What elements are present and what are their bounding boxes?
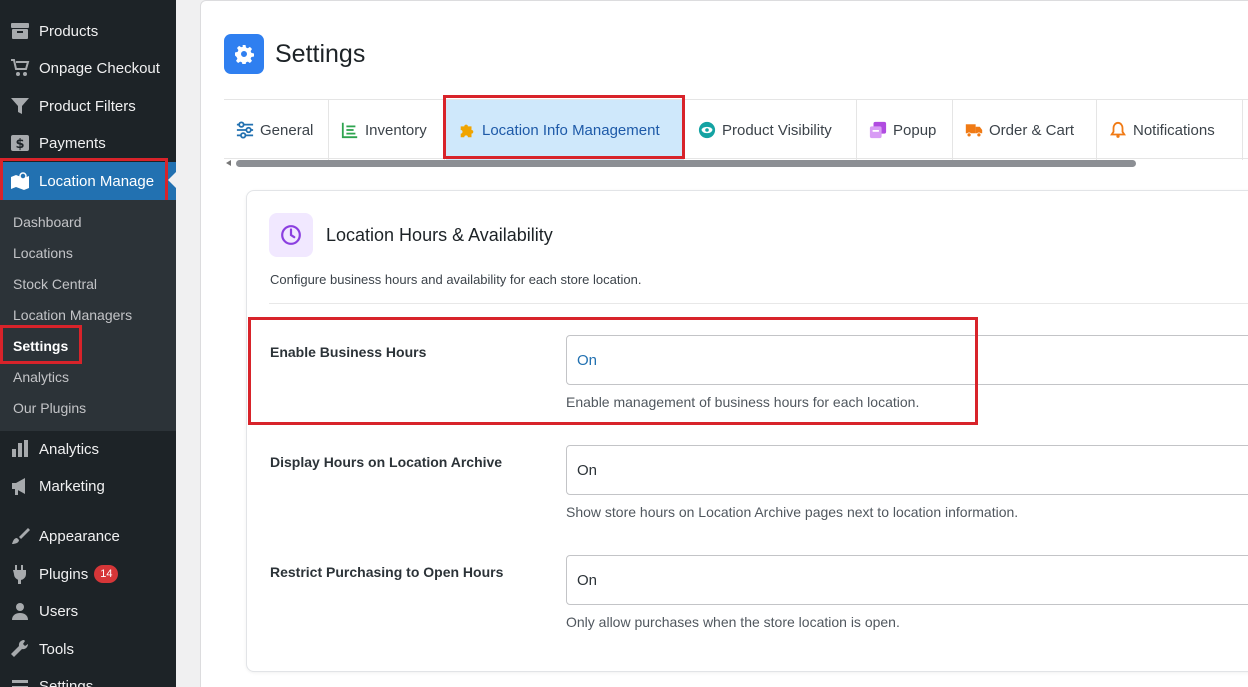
menu-label: Settings: [39, 677, 94, 687]
field-help-restrict-purchasing: Only allow purchases when the store loca…: [566, 614, 900, 630]
menu-item-tools[interactable]: Tools: [0, 631, 176, 667]
settings-logo: [224, 34, 264, 74]
settings-icon: [9, 676, 31, 687]
tab-product-visibility[interactable]: Product Visibility: [686, 100, 857, 160]
card-divider: [269, 303, 1248, 304]
menu-label: Product Filters: [39, 97, 136, 115]
submenu-our-plugins[interactable]: Our Plugins: [13, 400, 86, 416]
menu-label: Users: [39, 602, 79, 620]
menu-item-settings[interactable]: Settings: [0, 668, 176, 687]
tab-inventory[interactable]: Inventory: [329, 100, 445, 160]
wrench-icon: [9, 639, 31, 659]
menu-label: Payments: [39, 134, 106, 152]
submenu-locations[interactable]: Locations: [13, 245, 73, 261]
menu-item-marketing[interactable]: Marketing: [0, 468, 176, 504]
popup-icon: [869, 121, 887, 139]
update-count-badge: 14: [94, 565, 119, 583]
page-title: Settings: [275, 40, 366, 68]
menu-label: Marketing: [39, 477, 105, 495]
card-description: Configure business hours and availabilit…: [270, 272, 642, 287]
menu-label: Plugins: [39, 565, 89, 583]
field-label-display-hours: Display Hours on Location Archive: [270, 454, 503, 470]
menu-item-users[interactable]: Users: [0, 593, 176, 629]
tab-general[interactable]: General: [224, 100, 329, 160]
tabs-scrollbar[interactable]: [236, 160, 1136, 167]
menu-item-product-filters[interactable]: Product Filters: [0, 88, 176, 124]
menu-item-payments[interactable]: $ Payments: [0, 125, 176, 161]
menu-label: Tools: [39, 640, 75, 658]
enable-business-hours-select[interactable]: On: [566, 335, 1248, 385]
dollar-icon: $: [9, 133, 31, 153]
menu-label: Location Manage: [39, 172, 155, 190]
menu-item-location-manage[interactable]: Location Manage: [0, 162, 176, 200]
menu-item-plugins[interactable]: Plugins 14: [0, 556, 176, 592]
truck-icon: [965, 124, 983, 138]
admin-sidebar: Products Onpage Checkout Product Filters…: [0, 0, 176, 687]
submenu-settings[interactable]: Settings: [13, 338, 68, 354]
sliders-icon: [236, 121, 254, 139]
tab-label: Inventory: [365, 121, 427, 139]
submenu-analytics[interactable]: Analytics: [13, 369, 69, 385]
megaphone-icon: [9, 476, 31, 496]
menu-label: Products: [39, 22, 99, 40]
tab-label: General: [260, 121, 314, 139]
scroll-left-arrow[interactable]: [226, 160, 231, 166]
card-title: Location Hours & Availability: [326, 225, 553, 245]
restrict-purchasing-select[interactable]: On: [566, 555, 1248, 605]
clock-icon: [281, 225, 301, 245]
archive-icon: [9, 21, 31, 41]
map-icon: [9, 171, 31, 191]
submenu-location-managers[interactable]: Location Managers: [13, 307, 132, 323]
active-indicator: [168, 172, 176, 188]
bell-icon: [1110, 121, 1126, 138]
field-help-enable-business-hours: Enable management of business hours for …: [566, 394, 920, 410]
plug-icon: [9, 564, 31, 584]
tab-location-info-management[interactable]: Location Info Management: [446, 100, 684, 160]
tab-label: Notifications: [1133, 121, 1215, 139]
menu-item-onpage-checkout[interactable]: Onpage Checkout: [0, 50, 176, 86]
submenu-stock-central[interactable]: Stock Central: [13, 276, 97, 292]
tab-order-cart[interactable]: Order & Cart: [953, 100, 1097, 160]
tab-popup[interactable]: Popup: [857, 100, 953, 160]
gear-icon: [235, 45, 254, 64]
submenu-dashboard[interactable]: Dashboard: [13, 214, 82, 230]
settings-tabs: General Inventory Location Info Manageme…: [224, 99, 1248, 160]
menu-item-products[interactable]: Products: [0, 13, 176, 49]
list-icon: [341, 122, 358, 139]
field-label-enable-business-hours: Enable Business Hours: [270, 344, 427, 360]
field-label-restrict-purchasing: Restrict Purchasing to Open Hours: [270, 564, 504, 580]
display-hours-select[interactable]: On: [566, 445, 1248, 495]
paintbrush-icon: [9, 526, 31, 546]
filter-icon: [9, 96, 31, 116]
menu-label: Appearance: [39, 527, 120, 545]
bar-chart-icon: [9, 439, 31, 459]
user-icon: [9, 601, 31, 621]
menu-item-analytics[interactable]: Analytics: [0, 431, 176, 467]
cart-icon: [9, 58, 31, 78]
menu-label: Onpage Checkout: [39, 59, 160, 77]
tab-label: Order & Cart: [989, 121, 1075, 139]
field-help-display-hours: Show store hours on Location Archive pag…: [566, 504, 1019, 520]
tab-label: Location Info Management: [482, 121, 660, 139]
menu-label: Analytics: [39, 440, 100, 458]
tab-label: Popup: [893, 121, 937, 139]
eye-icon: [698, 121, 716, 139]
svg-text:$: $: [15, 137, 24, 152]
puzzle-icon: [460, 124, 474, 138]
card-icon-box: [269, 213, 313, 257]
tab-notifications[interactable]: Notifications: [1097, 100, 1243, 160]
menu-item-appearance[interactable]: Appearance: [0, 518, 176, 554]
location-submenu: Dashboard Locations Stock Central Locati…: [0, 200, 176, 431]
tab-label: Product Visibility: [722, 121, 832, 139]
